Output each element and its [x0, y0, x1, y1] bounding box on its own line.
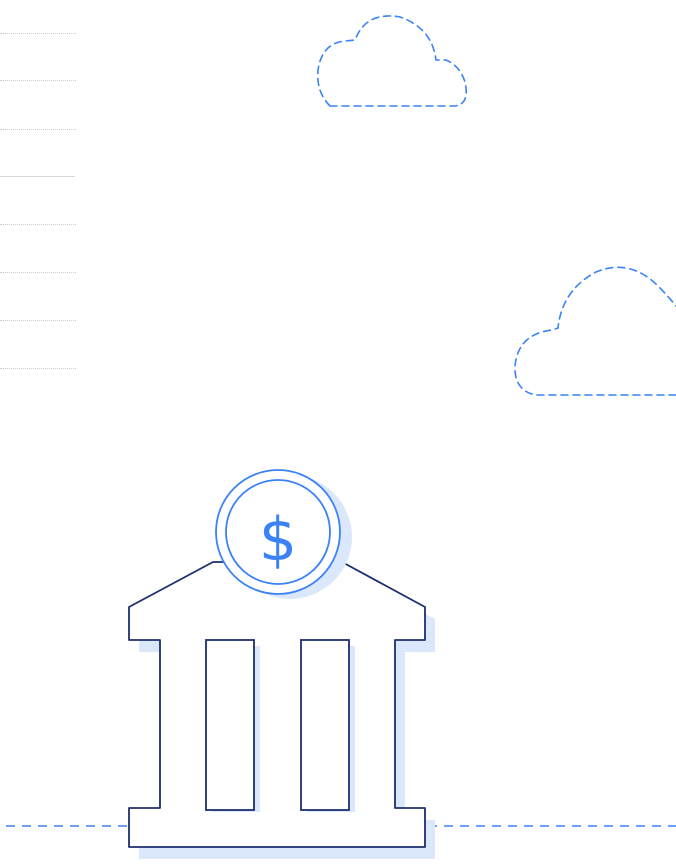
- bank-building-icon: [128, 561, 435, 859]
- bank-illustration: $: [6, 15, 676, 859]
- cloud-icon: [316, 15, 468, 107]
- cloud-icon: [514, 266, 676, 396]
- coin-symbol: $: [259, 505, 297, 575]
